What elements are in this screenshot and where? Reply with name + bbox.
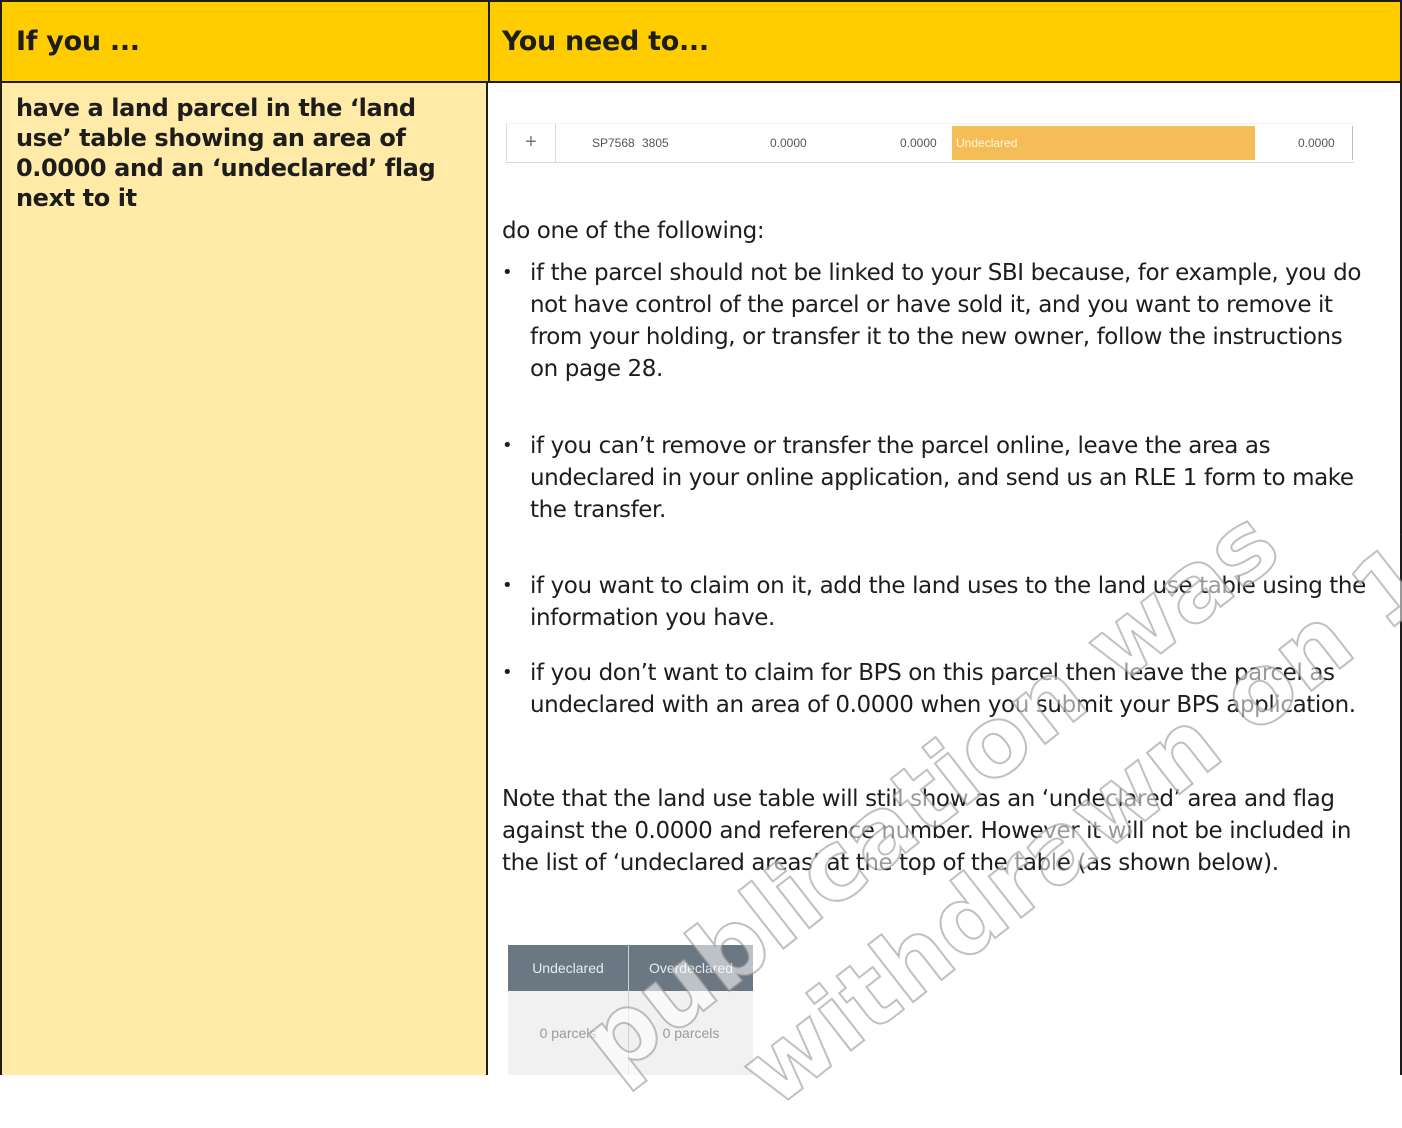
mini-value-undeclared: 0 parcels [508, 991, 629, 1075]
area-value-3: 0.0000 [1298, 136, 1335, 150]
header-divider [488, 2, 490, 81]
bullet-text: if you can’t remove or transfer the parc… [530, 433, 1354, 523]
guidance-table: If you ... You need to... have a land pa… [0, 0, 1402, 1075]
bullet-item: • if you want to claim on it, add the la… [502, 570, 1370, 634]
condition-text: have a land parcel in the ‘land use’ tab… [16, 94, 436, 212]
expand-plus-icon: + [506, 124, 556, 162]
mini-value-overdeclared: 0 parcels [629, 991, 753, 1075]
bullet-dot-icon: • [502, 575, 513, 596]
action-cell: + SP7568 3805 0.0000 0.0000 Undeclared 0… [488, 83, 1402, 1075]
header-if-you: If you ... [16, 26, 140, 57]
mini-header-undeclared: Undeclared [508, 945, 629, 991]
intro-text: do one of the following: [502, 218, 765, 244]
bullet-text: if the parcel should not be linked to yo… [530, 260, 1361, 382]
note-text: Note that the land use table will still … [502, 786, 1352, 876]
area-value-2: 0.0000 [900, 136, 937, 150]
row-end-divider [1352, 126, 1353, 160]
bullet-item: • if the parcel should not be linked to … [502, 257, 1370, 385]
bullet-dot-icon: • [502, 662, 513, 683]
bullet-item: • if you don’t want to claim for BPS on … [502, 657, 1370, 721]
parcel-number: 3805 [642, 136, 669, 150]
mini-header-overdeclared: Overdeclared [629, 945, 753, 991]
table-header-row: If you ... You need to... [0, 0, 1402, 83]
undeclared-flag: Undeclared [952, 126, 1255, 160]
bullet-dot-icon: • [502, 262, 513, 283]
bullet-item: • if you can’t remove or transfer the pa… [502, 430, 1370, 526]
area-value-1: 0.0000 [770, 136, 807, 150]
header-you-need-to: You need to... [502, 26, 709, 57]
bullet-dot-icon: • [502, 435, 513, 456]
bullet-text: if you don’t want to claim for BPS on th… [530, 660, 1356, 718]
condition-cell: have a land parcel in the ‘land use’ tab… [0, 83, 488, 1075]
land-use-row-image: + SP7568 3805 0.0000 0.0000 Undeclared 0… [506, 123, 1354, 163]
undeclared-summary-image: Undeclared Overdeclared 0 parcels 0 parc… [508, 945, 766, 1075]
parcel-ref: SP7568 [592, 136, 635, 150]
bullet-text: if you want to claim on it, add the land… [530, 573, 1366, 631]
